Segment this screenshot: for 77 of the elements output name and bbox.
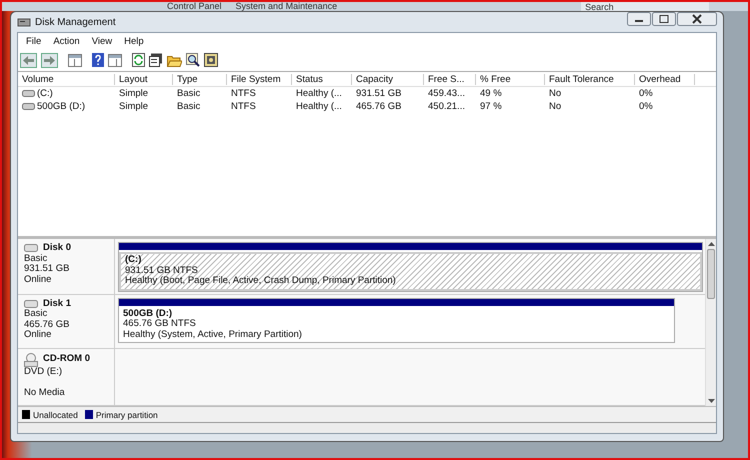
cd-drive-icon (24, 352, 38, 366)
table-cell: Simple (119, 88, 148, 99)
disk-name: Disk 1 (43, 298, 71, 309)
table-cell[interactable]: (C:) (37, 88, 53, 99)
disk-status: Online (24, 274, 52, 285)
disk-name: Disk 0 (43, 243, 71, 254)
table-cell: NTFS (231, 101, 256, 112)
table-cell: No (549, 101, 562, 112)
table-cell: 450.21... (428, 101, 465, 112)
disk-size: 931.51 GB (24, 264, 70, 274)
table-cell: 49 % (480, 88, 502, 99)
disk-status: No Media (24, 388, 66, 398)
scroll-down-icon[interactable] (706, 398, 716, 404)
partition-block[interactable]: (C:) 931.51 GB NTFS Healthy (Boot, Page File, Active, Crash Dump, Primary Partition) (118, 242, 703, 292)
table-cell[interactable]: 500GB (D:) (37, 101, 86, 112)
minimize-button[interactable] (627, 12, 651, 26)
table-cell: Basic (177, 101, 200, 112)
menu-item[interactable]: Action (47, 36, 86, 46)
column-header[interactable]: Free S... (424, 74, 476, 84)
table-cell: Basic (177, 88, 200, 99)
properties-icon[interactable] (149, 53, 163, 67)
menu-item[interactable]: File (20, 36, 48, 46)
drive-icon (22, 90, 35, 97)
column-header[interactable]: Status (292, 74, 352, 84)
disk-status: Online (24, 330, 52, 340)
window-title: Disk Management (35, 16, 116, 28)
partition-size: 931.51 GB NTFS (125, 266, 199, 276)
help-icon[interactable] (92, 53, 104, 67)
table-cell: No (549, 88, 562, 99)
partition-status: Healthy (Boot, Page File, Active, Crash Dump, Primary Partition) (125, 276, 397, 286)
table-cell: 465.76 GB (356, 101, 402, 112)
back-button[interactable] (20, 52, 37, 68)
disk-size: 465.76 GB (24, 320, 70, 330)
partition-size: 465.76 GB NTFS (123, 319, 197, 330)
maximize-button[interactable] (652, 12, 676, 26)
drive-icon (22, 103, 35, 110)
disk-type: DVD (E:) (24, 366, 63, 377)
column-header[interactable]: Type (173, 74, 227, 84)
column-header[interactable]: Overhead (635, 74, 695, 84)
refresh-icon[interactable] (132, 53, 145, 67)
forward-button[interactable] (41, 52, 58, 68)
table-cell: 97 % (480, 101, 502, 112)
table-cell: Healthy (... (296, 101, 342, 112)
search-icon[interactable] (186, 53, 200, 67)
breadcrumb-item[interactable]: System and Maintenance (236, 2, 338, 11)
pane-icon[interactable] (68, 54, 82, 66)
partition-name: 500GB (D:) (123, 308, 174, 319)
legend-label: Primary partition (96, 410, 158, 420)
menu-item[interactable]: Help (118, 36, 150, 46)
disk-type: Basic (24, 309, 48, 320)
column-header[interactable]: File System (227, 74, 292, 84)
table-cell: NTFS (231, 88, 256, 99)
pane-icon[interactable] (108, 54, 122, 66)
menu-item[interactable]: View (86, 36, 118, 46)
disk-type: Basic (24, 254, 48, 264)
column-header[interactable]: Volume (18, 74, 115, 84)
partition-status: Healthy (System, Active, Primary Partition) (123, 330, 303, 340)
scroll-up-icon[interactable] (706, 241, 716, 247)
column-header[interactable]: Capacity (352, 74, 424, 84)
column-header[interactable]: Layout (115, 74, 173, 84)
breadcrumb-item[interactable]: Control Panel (167, 2, 222, 11)
search-field[interactable]: Search (581, 2, 710, 11)
table-cell: 0% (639, 88, 653, 99)
legend-label: Unallocated (33, 410, 78, 420)
scrollbar-thumb[interactable] (707, 249, 715, 299)
table-cell: 931.51 GB (356, 88, 402, 99)
column-header[interactable]: Fault Tolerance (545, 74, 635, 84)
partition-block[interactable]: 500GB (D:) 465.76 GB NTFS Healthy (System, Active, Primary Partition) (118, 298, 675, 343)
disk-name: CD-ROM 0 (43, 354, 90, 365)
partition-name: (C:) (125, 255, 142, 266)
table-cell: 0% (639, 101, 653, 112)
column-header[interactable]: % Free (476, 74, 545, 84)
folder-icon[interactable] (167, 54, 182, 66)
table-cell: Simple (119, 101, 148, 112)
table-cell: 459.43... (428, 88, 465, 99)
close-button[interactable] (677, 12, 717, 26)
table-cell: Healthy (... (296, 88, 342, 99)
